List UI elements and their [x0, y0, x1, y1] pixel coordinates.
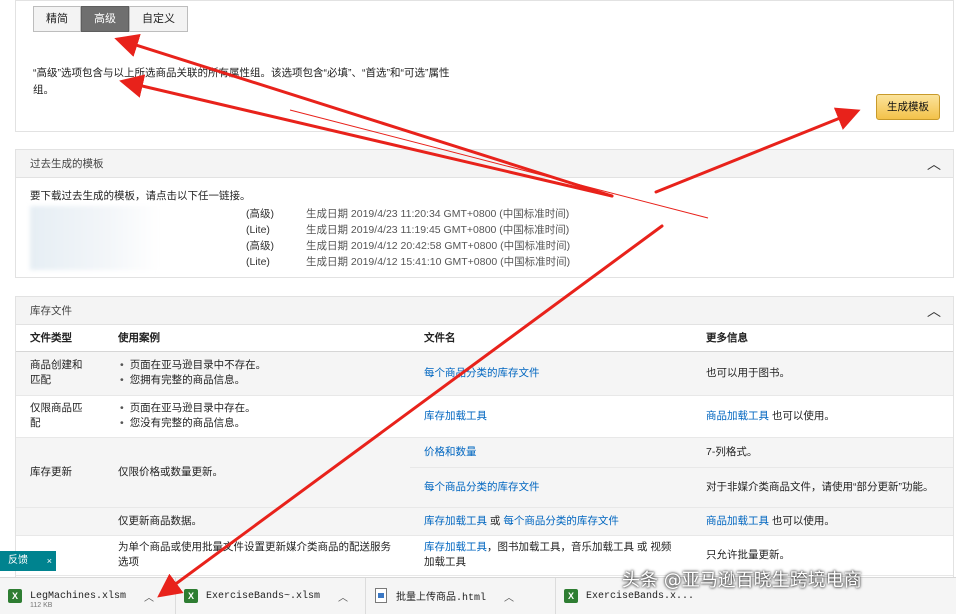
template-date: 生成日期 2019/4/12 20:42:58 GMT+0800 (中国标准时间… [306, 240, 571, 252]
past-templates-panel: 过去生成的模板 ︿ 要下载过去生成的模板，请点击以下任一链接。 (高级) 生成日期… [15, 149, 954, 278]
download-filename: ExerciseBands~.xlsm [206, 590, 321, 602]
download-filename: LegMachines.xlsm [30, 590, 127, 602]
download-filename: ExerciseBands.x... [586, 590, 695, 602]
inventory-files-panel: 库存文件 ︿ 文件类型 使用案例 文件名 更多信息 商品创建和匹配 页面在亚马逊… [15, 296, 954, 586]
template-kind: (Lite) [246, 224, 270, 236]
template-link-row[interactable]: (Lite) 生成日期 2019/4/23 11:19:45 GMT+0800 (… [246, 222, 569, 237]
table-row: 库存更新 仅限价格或数量更新。 价格和数量 7-列格式。 [16, 437, 953, 508]
info-cell: 7-列格式。 [692, 437, 953, 468]
excel-file-icon: X [8, 588, 22, 604]
tab-advanced[interactable]: 高级 [81, 6, 129, 32]
blurred-template-names [30, 206, 160, 270]
tab-custom[interactable]: 自定义 [129, 6, 188, 32]
file-link[interactable]: 每个商品分类的库存文件 [424, 481, 540, 493]
file-link[interactable]: 每个商品分类的库存文件 [424, 367, 540, 379]
table-header-row: 文件类型 使用案例 文件名 更多信息 [16, 325, 953, 352]
use-case-cell: 仅限价格或数量更新。 [104, 437, 410, 508]
feedback-label: 反馈 [8, 555, 28, 566]
use-case-item: 页面在亚马逊目录中存在。 [118, 401, 396, 416]
download-item[interactable]: X ExerciseBands~.xlsm ︿ [176, 577, 366, 614]
template-link-row[interactable]: (高级) 生成日期 2019/4/23 11:20:34 GMT+0800 (中国… [246, 206, 569, 221]
template-options-panel: 精简 高级 自定义 “高级”选项包含与以上所选商品关联的所有属性组。该选项包含“… [15, 0, 954, 132]
feedback-tab[interactable]: 反馈 × [0, 551, 56, 571]
info-text: 也可以使用。 [769, 514, 835, 527]
info-link[interactable]: 商品加载工具 [706, 515, 769, 527]
chevron-up-icon[interactable]: ︿ [338, 589, 348, 604]
past-templates-title: 过去生成的模板 [30, 158, 104, 170]
template-kind: (Lite) [246, 256, 270, 268]
use-case-cell: 仅更新商品数据。 [104, 507, 410, 536]
template-date: 生成日期 2019/4/23 11:20:34 GMT+0800 (中国标准时间… [306, 208, 570, 220]
close-icon[interactable]: × [47, 551, 52, 571]
chevron-up-icon[interactable]: ︿ [144, 589, 154, 604]
template-link-row[interactable]: (Lite) 生成日期 2019/4/12 15:41:10 GMT+0800 (… [246, 254, 570, 269]
file-link[interactable]: 价格和数量 [424, 446, 477, 458]
watermark-text: 头条 @亚马逊百晓生跨境电商 [622, 570, 862, 591]
file-link[interactable]: 库存加载工具 [424, 541, 487, 553]
chevron-up-icon[interactable]: ︿ [504, 589, 514, 604]
template-kind: (高级) [246, 240, 274, 252]
file-link[interactable]: 库存加载工具 [424, 515, 487, 527]
file-type-cell: 库存更新 [16, 437, 104, 508]
template-link-row[interactable]: (高级) 生成日期 2019/4/12 20:42:58 GMT+0800 (中国… [246, 238, 570, 253]
document-file-icon [374, 588, 388, 604]
excel-file-icon: X [184, 588, 198, 604]
use-case-item: 页面在亚马逊目录中不存在。 [118, 358, 396, 373]
generate-template-button[interactable]: 生成模板 [876, 94, 940, 120]
table-row: 仅限商品匹配 页面在亚马逊目录中存在。 您没有完整的商品信息。 库存加载工具 商… [16, 395, 953, 438]
table-row: 仅更新商品数据。 库存加载工具 或 每个商品分类的库存文件 商品加载工具 也可以… [16, 507, 953, 536]
use-case-item: 您没有完整的商品信息。 [118, 416, 396, 431]
template-date: 生成日期 2019/4/12 15:41:10 GMT+0800 (中国标准时间… [306, 256, 571, 268]
use-case-cell: 为单个商品或使用批量文件设置更新媒介类商品的配送服务选项 [104, 535, 410, 576]
mode-description: “高级”选项包含与以上所选商品关联的所有属性组。该选项包含“必填”、“首选”和“… [33, 67, 450, 96]
info-text: 也可以使用。 [769, 409, 835, 422]
col-file-type: 文件类型 [16, 325, 104, 352]
inventory-files-title: 库存文件 [30, 305, 72, 317]
page: 精简 高级 自定义 “高级”选项包含与以上所选商品关联的所有属性组。该选项包含“… [0, 0, 956, 614]
tab-lite[interactable]: 精简 [33, 6, 81, 32]
use-case-item: 您拥有完整的商品信息。 [118, 373, 396, 388]
file-link[interactable]: 库存加载工具 [424, 410, 487, 422]
col-use-case: 使用案例 [104, 325, 410, 352]
past-templates-header[interactable]: 过去生成的模板 ︿ [16, 150, 953, 178]
mode-selector: 精简 高级 自定义 [33, 6, 188, 32]
col-file-name: 文件名 [410, 325, 692, 352]
chevron-up-icon[interactable]: ︿ [927, 297, 941, 325]
template-date: 生成日期 2019/4/23 11:19:45 GMT+0800 (中国标准时间… [306, 224, 570, 236]
download-size: 112 KB [30, 601, 53, 609]
col-more-info: 更多信息 [692, 325, 953, 352]
info-cell: 也可以用于图书。 [692, 351, 953, 396]
download-item[interactable]: 批量上传商品.html ︿ [366, 577, 556, 614]
download-filename: 批量上传商品.html [396, 593, 487, 604]
table-row: 商品创建和匹配 页面在亚马逊目录中不存在。 您拥有完整的商品信息。 每个商品分类… [16, 351, 953, 396]
file-type-cell: 商品创建和匹配 [16, 351, 104, 396]
file-type-cell: 仅限商品匹配 [16, 395, 104, 438]
download-item[interactable]: X LegMachines.xlsm 112 KB ︿ [0, 577, 176, 614]
info-cell: 对于非媒介类商品文件，请使用“部分更新”功能。 [692, 467, 953, 508]
template-kind: (高级) [246, 208, 274, 220]
inventory-files-header[interactable]: 库存文件 ︿ [16, 297, 953, 325]
file-link[interactable]: 每个商品分类的库存文件 [503, 515, 619, 527]
excel-file-icon: X [564, 588, 578, 604]
chevron-up-icon[interactable]: ︿ [927, 150, 941, 178]
past-templates-intro: 要下载过去生成的模板，请点击以下任一链接。 [30, 190, 251, 202]
inventory-table: 文件类型 使用案例 文件名 更多信息 商品创建和匹配 页面在亚马逊目录中不存在。… [16, 325, 953, 576]
info-link[interactable]: 商品加载工具 [706, 410, 769, 422]
